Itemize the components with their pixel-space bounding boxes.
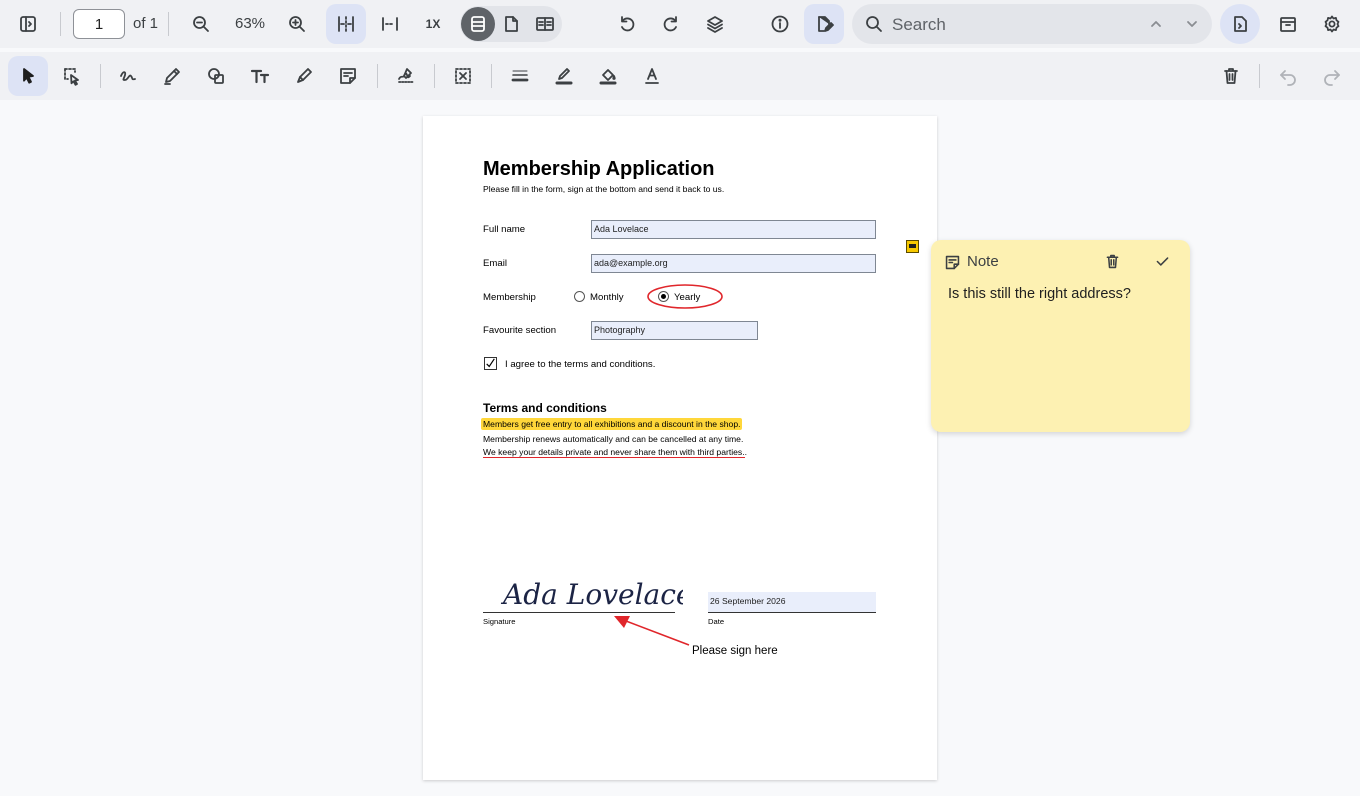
annotation-toolbar [0,52,1360,100]
continuous-scroll-icon[interactable] [461,7,495,41]
ink-pen-icon[interactable] [152,56,192,96]
actual-size-button[interactable]: 1X [413,4,453,44]
note-body[interactable]: Is this still the right address? [948,286,1131,302]
zoom-out-icon[interactable] [181,4,221,44]
divider [168,12,169,36]
ellipse-annotation[interactable] [647,284,723,309]
note-confirm-check-icon[interactable] [1142,241,1182,281]
area-select-icon[interactable] [52,56,92,96]
line-weight-icon[interactable] [500,56,540,96]
previous-result-icon[interactable] [1136,4,1176,44]
rotate-right-icon[interactable] [651,4,691,44]
edit-document-icon[interactable] [804,4,844,44]
document-canvas[interactable]: Membership Application Please fill in th… [0,100,1360,796]
zoom-in-icon[interactable] [277,4,317,44]
page-number-input[interactable]: 1 [73,9,125,39]
redact-area-icon[interactable] [443,56,483,96]
freehand-ink-icon[interactable] [108,56,148,96]
zoom-level[interactable]: 63% [235,15,265,32]
settings-gear-icon[interactable] [1312,4,1352,44]
info-icon[interactable] [760,4,800,44]
next-result-icon[interactable] [1172,4,1212,44]
signature-tool-icon[interactable] [386,56,426,96]
arrow-annotation-line[interactable] [625,620,690,646]
divider [491,64,492,88]
undo-icon[interactable] [1268,56,1308,96]
text-tool-icon[interactable] [240,56,280,96]
divider [434,64,435,88]
fill-color-icon[interactable] [588,56,628,96]
sidebar-toggle-icon[interactable] [8,4,48,44]
highlighter-icon[interactable] [284,56,324,96]
redo-icon[interactable] [1312,56,1352,96]
archive-icon[interactable] [1268,4,1308,44]
search-icon [854,4,894,44]
single-page-icon[interactable] [495,4,527,44]
fit-width-icon[interactable] [326,4,366,44]
divider [1259,64,1260,88]
text-color-icon[interactable] [632,56,672,96]
main-toolbar: 1 of 1 63% 1X Search [0,0,1360,48]
note-popup: Note Is this still the right address? [931,240,1190,432]
divider [377,64,378,88]
note-title: Note [967,253,999,270]
note-marker-icon[interactable] [906,240,919,253]
shapes-icon[interactable] [196,56,236,96]
note-icon [937,242,967,282]
sticky-note-icon[interactable] [328,56,368,96]
save-file-icon[interactable] [1220,4,1260,44]
stroke-color-icon[interactable] [544,56,584,96]
two-page-icon[interactable] [528,4,562,44]
page-count: of 1 [133,15,159,32]
search-input[interactable]: Search [892,15,946,35]
divider [100,64,101,88]
fit-page-icon[interactable] [370,4,410,44]
layers-icon[interactable] [695,4,735,44]
annotation-layer [614,284,723,646]
delete-annotation-icon[interactable] [1211,56,1251,96]
search-box[interactable]: Search [852,4,1212,44]
rotate-left-icon[interactable] [607,4,647,44]
select-pointer-icon[interactable] [8,56,48,96]
divider [60,12,61,36]
note-delete-icon[interactable] [1092,241,1132,281]
